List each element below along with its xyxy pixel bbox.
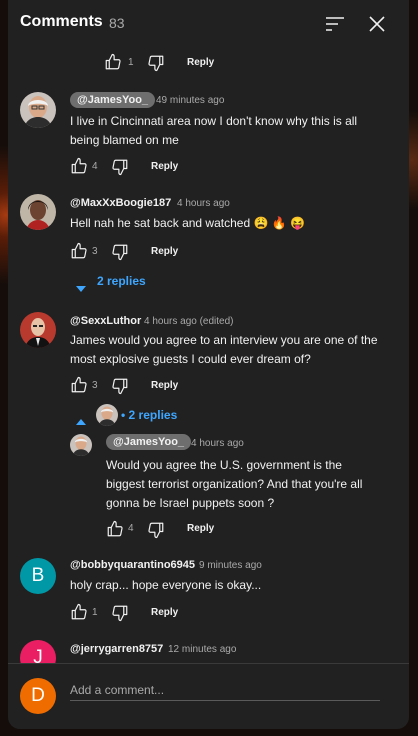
avatar[interactable]: B [20, 558, 56, 594]
comment-time[interactable]: 49 minutes ago [156, 95, 224, 106]
thumbs-up-icon[interactable] [70, 376, 88, 394]
comment-count: 83 [109, 15, 125, 31]
caret-up-icon[interactable] [76, 412, 86, 425]
reply-button[interactable]: Reply [187, 57, 214, 68]
like-count: 4 [92, 161, 98, 172]
avatar[interactable] [20, 312, 56, 348]
reply-time[interactable]: 4 hours ago [191, 438, 244, 449]
comments-panel: Comments 83 1 Reply @JamesYoo_ 49 minute… [8, 0, 409, 729]
thumbs-down-icon[interactable] [147, 521, 165, 539]
reply-button[interactable]: Reply [187, 523, 214, 534]
reply-author-avatar [96, 404, 118, 426]
comment-time[interactable]: 9 minutes ago [199, 560, 262, 571]
thumbs-down-icon[interactable] [111, 158, 129, 176]
caret-down-icon[interactable] [76, 279, 86, 292]
reply-button[interactable]: Reply [151, 607, 178, 618]
comment-text: James would you agree to an interview yo… [70, 333, 378, 366]
sort-icon[interactable] [323, 12, 347, 36]
reply-button[interactable]: Reply [151, 246, 178, 257]
avatar-letter: B [31, 565, 45, 586]
avatar[interactable]: J [20, 640, 56, 663]
close-icon[interactable] [365, 12, 389, 36]
comment-text: holy crap... hope everyone is okay... [70, 578, 262, 592]
comment-author[interactable]: @JamesYoo_ [70, 92, 156, 108]
comment-time[interactable]: 4 hours ago (edited) [144, 316, 234, 327]
thumbs-up-icon[interactable] [70, 157, 88, 175]
comment-text: Hell nah he sat back and watched 😩 🔥 😝 [70, 216, 305, 230]
hide-replies-button[interactable]: • 2 replies [121, 408, 177, 422]
current-user-avatar: D [20, 678, 56, 714]
like-count: 3 [92, 380, 98, 391]
comments-header: Comments 83 [8, 0, 409, 46]
avatar-letter: D [31, 685, 45, 706]
avatar[interactable] [20, 92, 56, 128]
replies-count-label: 2 replies [128, 408, 178, 422]
comment-time[interactable]: 12 minutes ago [168, 644, 236, 655]
thumbs-up-icon[interactable] [70, 242, 88, 260]
comments-feed[interactable]: 1 Reply @JamesYoo_ 49 minutes ago I live… [8, 46, 409, 663]
thumbs-down-icon[interactable] [111, 243, 129, 261]
comment-text: I live in Cincinnati area now I don't kn… [70, 114, 358, 147]
like-count: 1 [128, 57, 134, 68]
reply-button[interactable]: Reply [151, 380, 178, 391]
reply-text: Would you agree the U.S. government is t… [106, 458, 363, 510]
avatar[interactable] [20, 194, 56, 230]
comment-author[interactable]: @SexxLuthor [70, 315, 141, 327]
avatar[interactable] [70, 434, 92, 456]
like-count: 3 [92, 246, 98, 257]
avatar-letter: J [33, 647, 43, 663]
reply-button[interactable]: Reply [151, 161, 178, 172]
like-count: 4 [128, 523, 134, 534]
thumbs-down-icon[interactable] [111, 604, 129, 622]
thumbs-up-icon[interactable] [104, 53, 122, 71]
add-comment-input[interactable] [70, 680, 380, 701]
thumbs-down-icon[interactable] [111, 377, 129, 395]
panel-title: Comments [20, 13, 103, 30]
comment-author[interactable]: @MaxXxBoogie187 [70, 197, 171, 209]
thumbs-up-icon[interactable] [106, 520, 124, 538]
thumbs-down-icon[interactable] [147, 54, 165, 72]
comment-author[interactable]: @bobbyquarantino6945 [70, 559, 195, 571]
like-count: 1 [92, 607, 98, 618]
add-comment-bar: D [8, 663, 409, 729]
reply-author[interactable]: @JamesYoo_ [106, 434, 192, 450]
comment-time[interactable]: 4 hours ago [177, 198, 230, 209]
comment-author[interactable]: @jerrygarren8757 [70, 643, 163, 655]
thumbs-up-icon[interactable] [70, 603, 88, 621]
show-replies-button[interactable]: 2 replies [97, 274, 146, 288]
